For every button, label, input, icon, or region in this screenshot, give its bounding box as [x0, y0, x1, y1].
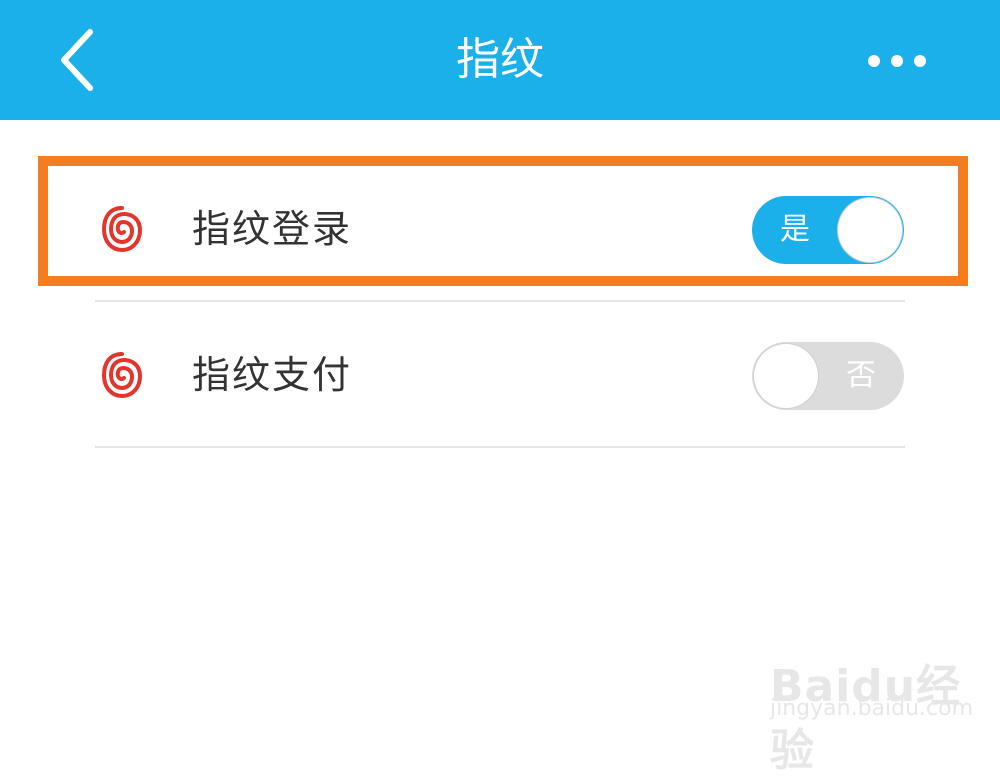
settings-row-fingerprint-login: 指纹登录 是 [0, 156, 1000, 302]
toggle-on-text: 是 [780, 212, 810, 247]
fingerprint-pay-label: 指纹支付 [192, 353, 353, 397]
toggle-knob [754, 344, 818, 408]
fingerprint-login-label: 指纹登录 [192, 207, 353, 251]
fingerprint-pay-toggle[interactable]: 否 [752, 342, 904, 410]
more-dots-icon [868, 55, 926, 67]
fingerprint-login-toggle[interactable]: 是 [752, 196, 904, 264]
toggle-off-text: 否 [846, 358, 876, 393]
row-divider [95, 446, 905, 448]
baidu-watermark: Baidu经验 jingyan.baidu.com [770, 630, 980, 776]
watermark-url: jingyan.baidu.com [770, 696, 974, 721]
page-title: 指纹 [456, 34, 544, 85]
top-nav-bar: 指纹 [0, 0, 1000, 120]
toggle-knob [838, 198, 902, 262]
watermark-brand: Baidu经验 [770, 661, 962, 776]
fingerprint-icon [101, 352, 143, 399]
settings-row-fingerprint-pay: 指纹支付 否 [0, 302, 1000, 448]
fingerprint-icon [101, 206, 143, 253]
more-button[interactable] [862, 48, 932, 74]
